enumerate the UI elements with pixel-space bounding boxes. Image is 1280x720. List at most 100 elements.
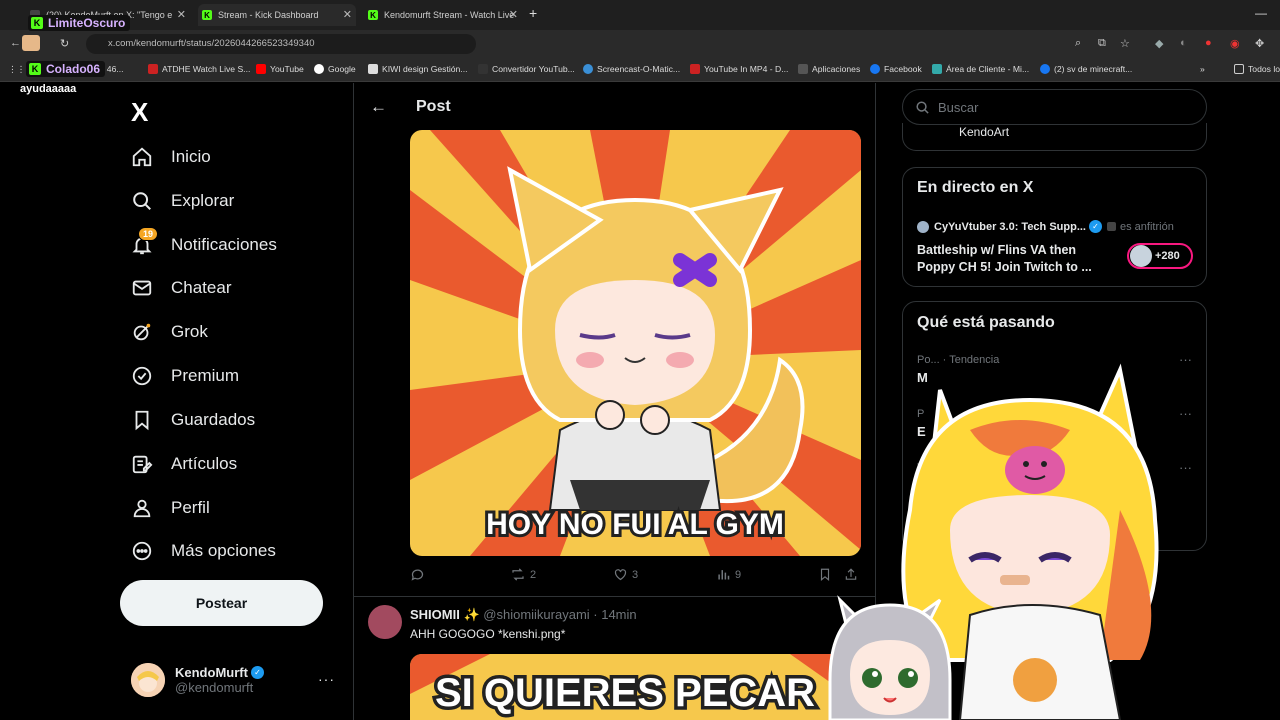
views-button[interactable]: 9 xyxy=(716,567,741,582)
nav-chatear[interactable]: Chatear xyxy=(131,273,231,303)
kick-badge-icon: K xyxy=(29,63,41,75)
bell-icon: 19 xyxy=(131,227,159,256)
views-icon xyxy=(718,570,730,580)
grok-icon xyxy=(131,321,153,343)
verified-icon: ✓ xyxy=(250,666,264,679)
profile-handle: @kendomurft xyxy=(175,680,254,695)
reply-button[interactable] xyxy=(410,567,429,582)
more-dots-icon[interactable]: ··· xyxy=(1179,352,1192,367)
kick-favicon-icon: K xyxy=(368,10,378,20)
bookmark-item[interactable]: Screencast-O-Matic... xyxy=(583,64,680,74)
install-icon[interactable]: ⧉ xyxy=(1098,37,1106,50)
repost-button[interactable]: 2 xyxy=(510,567,536,582)
search-input[interactable]: Buscar xyxy=(902,89,1207,125)
url-field[interactable]: x.com/kendomurft/status/2026044266523349… xyxy=(86,34,476,54)
chat-username-chip: K LimiteOscuro xyxy=(28,15,131,31)
nav-notificaciones[interactable]: 19 Notificaciones xyxy=(131,227,277,260)
suggestion-card: KendoArt xyxy=(902,123,1207,151)
image-caption: HOY NO FUI AL GYM xyxy=(486,508,784,541)
kick-badge-icon: K xyxy=(31,17,43,29)
nav-label: Grok xyxy=(171,322,208,341)
close-tab-icon[interactable]: ✕ xyxy=(343,8,352,21)
live-stream-title[interactable]: Battleship w/ Flins VA then Poppy CH 5! … xyxy=(917,242,1117,276)
browser-tabstrip: (20) KendoMurft en X: "Tengo e ✕ K Strea… xyxy=(0,0,1280,30)
nav-inicio[interactable]: Inicio xyxy=(131,142,211,172)
articles-icon xyxy=(131,453,153,475)
like-button[interactable]: 3 xyxy=(613,567,638,582)
nav-label: Explorar xyxy=(171,191,235,210)
nav-label: Notificaciones xyxy=(171,235,277,254)
back-nav-icon[interactable]: ← xyxy=(10,37,21,49)
browser-tab[interactable]: K Kendomurft Stream - Watch Live ✕ xyxy=(366,4,522,26)
new-tab-button[interactable]: + xyxy=(529,5,537,21)
bookmark-item[interactable]: Área de Cliente - Mi... xyxy=(932,64,1029,74)
nav-explorar[interactable]: Explorar xyxy=(131,186,234,216)
more-dots-icon[interactable]: ··· xyxy=(1179,460,1192,475)
bookmark-item[interactable]: YouTube xyxy=(256,64,304,74)
nav-label: Guardados xyxy=(171,410,256,429)
post-button[interactable]: Postear xyxy=(120,580,323,626)
image-caption: SI QUIERES PECAR xyxy=(435,671,815,715)
nav-perfil[interactable]: Perfil xyxy=(131,493,210,523)
left-sidebar: X Inicio Explorar 19 Notificaciones Chat… xyxy=(0,83,353,720)
nav-label: Más opciones xyxy=(171,541,276,560)
suggestion-name[interactable]: KendoArt xyxy=(959,125,1009,139)
nav-articulos[interactable]: Artículos xyxy=(131,449,237,479)
bookmark-item[interactable]: Facebook xyxy=(870,64,922,74)
tab-title: Stream - Kick Dashboard xyxy=(218,10,319,20)
bookmark-item[interactable]: KIWI design Gestión... xyxy=(368,64,468,74)
bookmark-item[interactable]: (2) sv de minecraft... xyxy=(1040,64,1132,74)
bookmarks-overflow-icon[interactable]: » xyxy=(1200,64,1205,74)
bookmarks-bar: ⋮⋮ ard 46... ATDHE Watch Live S... YouTu… xyxy=(0,58,1280,82)
extension-icon[interactable]: ◐ xyxy=(1180,37,1187,49)
page-title: Post xyxy=(416,98,451,115)
nav-label: Perfil xyxy=(171,498,210,517)
nav-grok[interactable]: Grok xyxy=(131,317,208,347)
more-dots-icon[interactable]: ··· xyxy=(1179,406,1192,421)
bookmark-item[interactable]: Google xyxy=(314,64,356,74)
repost-icon xyxy=(512,568,524,581)
bookmark-item[interactable]: Convertidor YouTub... xyxy=(478,64,575,74)
live-host[interactable]: CyYuVtuber 3.0: Tech Supp... ✓ es anfitr… xyxy=(917,220,1174,233)
reply-author-name: SHIOMII xyxy=(410,607,460,622)
search-placeholder: Buscar xyxy=(938,99,979,115)
live-listeners-pill[interactable]: +280 xyxy=(1127,243,1193,269)
more-dots-icon[interactable]: ··· xyxy=(318,671,335,687)
apps-grid-icon[interactable]: ⋮⋮ xyxy=(8,64,25,75)
star-icon[interactable]: ☆ xyxy=(1120,37,1130,50)
bookmark-item[interactable]: ATDHE Watch Live S... xyxy=(148,64,250,74)
nav-mas-opciones[interactable]: Más opciones xyxy=(131,536,276,566)
post-image[interactable]: HOY NO FUI AL GYM xyxy=(410,130,861,556)
zoom-icon[interactable]: ⌕ xyxy=(1075,37,1081,50)
reply-image[interactable]: SI QUIERES PECAR xyxy=(410,654,861,720)
close-tab-icon[interactable]: ✕ xyxy=(509,8,518,21)
reply-text: AHH GOGOGO *kenshi.png* xyxy=(410,627,566,641)
account-switcher[interactable]: KendoMurft ✓ @kendomurft ··· xyxy=(131,663,341,697)
avatar[interactable] xyxy=(368,605,402,639)
browser-tab-active[interactable]: K Stream - Kick Dashboard ✕ xyxy=(198,4,356,26)
search-icon xyxy=(916,100,929,114)
nav-guardados[interactable]: Guardados xyxy=(131,405,255,435)
extension-icon[interactable]: ● xyxy=(1205,37,1212,49)
post-actions: 2 3 9 xyxy=(410,567,866,587)
nav-label: Artículos xyxy=(171,454,238,473)
nav-label: Chatear xyxy=(171,278,232,297)
extension-icon[interactable]: ◆ xyxy=(1155,37,1163,50)
extensions-puzzle-icon[interactable]: ✥ xyxy=(1255,37,1264,50)
nav-premium[interactable]: Premium xyxy=(131,361,239,391)
post-header: ← Post xyxy=(354,83,875,131)
divider xyxy=(354,596,875,597)
reload-icon[interactable]: ↻ xyxy=(60,37,69,50)
extension-icon[interactable]: ◉ xyxy=(1230,37,1240,50)
more-icon xyxy=(131,540,153,562)
minimize-button[interactable]: — xyxy=(1255,6,1267,20)
bookmark-folder[interactable]: Todos los xyxy=(1234,64,1280,74)
avatar xyxy=(917,220,929,233)
close-tab-icon[interactable]: ✕ xyxy=(177,8,186,21)
bookmark-item[interactable]: YouTube In MP4 - D... xyxy=(690,64,788,74)
back-arrow-icon[interactable]: ← xyxy=(370,97,387,117)
x-logo-icon[interactable]: X xyxy=(131,97,148,128)
live-card-title: En directo en X xyxy=(917,179,1034,196)
bookmark-item[interactable]: Aplicaciones xyxy=(798,64,860,74)
chat-username-chip: K Colado06 xyxy=(26,61,106,77)
